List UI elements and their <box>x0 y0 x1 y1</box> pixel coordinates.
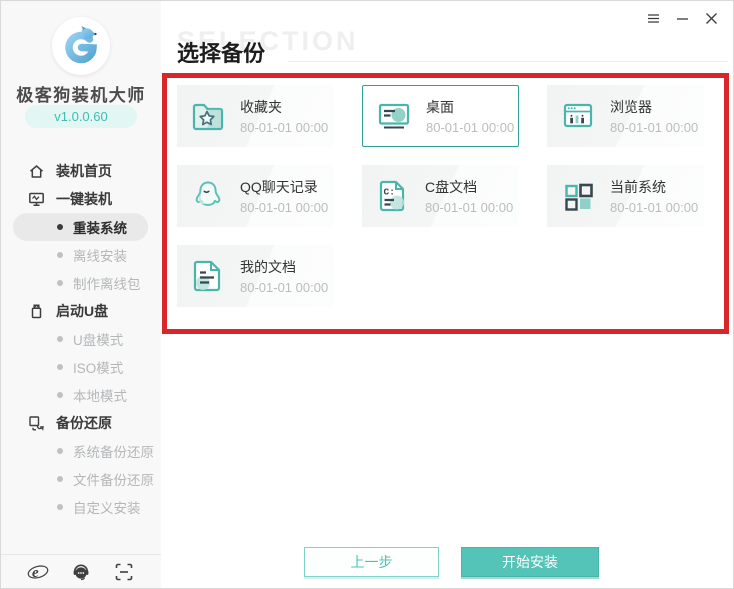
card-date: 80-01-01 00:00 <box>240 120 329 135</box>
bullet-icon <box>57 364 63 370</box>
c-drive-doc-icon: C: <box>379 180 405 212</box>
card-text: 浏览器 80-01-01 00:00 <box>610 97 698 135</box>
headset-support-icon[interactable] <box>70 562 92 582</box>
backup-restore-icon <box>29 415 44 431</box>
geek-dog-logo <box>52 17 110 75</box>
sidebar-item-iso-mode[interactable]: ISO模式 <box>1 353 161 381</box>
sidebar-item-backup-restore[interactable]: 备份还原 <box>1 409 161 437</box>
card-text: 桌面 80-01-01 00:00 <box>426 97 514 135</box>
card-date: 80-01-01 00:00 <box>610 200 699 215</box>
sidebar-item-label: 备份还原 <box>56 415 112 431</box>
card-text: C盘文档 80-01-01 00:00 <box>425 177 513 215</box>
page-title: 选择备份 <box>177 41 266 66</box>
sidebar-item-label: 启动U盘 <box>56 303 109 319</box>
card-title: 桌面 <box>426 99 454 115</box>
bullet-icon <box>57 336 63 342</box>
card-title: 收藏夹 <box>240 99 282 115</box>
card-text: 收藏夹 80-01-01 00:00 <box>240 97 328 135</box>
backup-card-current-system[interactable]: 当前系统 80-01-01 00:00 <box>547 165 704 227</box>
sidebar-item-label: 自定义安装 <box>73 501 141 516</box>
sidebar-item-label: 重装系统 <box>73 221 127 236</box>
logo-container <box>1 17 161 80</box>
sidebar-item-label: U盘模式 <box>73 333 124 348</box>
backup-items-grid: 收藏夹 80-01-01 00:00 桌面 80-01-01 00:00 浏览器… <box>177 85 717 307</box>
ie-browser-icon[interactable]: e <box>27 562 49 582</box>
home-icon <box>30 164 43 178</box>
favorites-folder-icon <box>192 103 224 131</box>
sidebar-item-one-key-install[interactable]: 一键装机 <box>1 185 161 213</box>
app-name: 极客狗装机大师 <box>16 86 146 105</box>
sidebar-item-home[interactable]: 装机首页 <box>1 157 161 185</box>
sidebar-item-file-backup-restore[interactable]: 文件备份还原 <box>1 465 161 493</box>
backup-card-favorites[interactable]: 收藏夹 80-01-01 00:00 <box>177 85 334 147</box>
start-install-button[interactable]: 开始安装 <box>461 547 599 577</box>
sidebar-item-offline-install[interactable]: 离线安装 <box>1 241 161 269</box>
sidebar-item-make-offline-pack[interactable]: 制作离线包 <box>1 269 161 297</box>
monitor-icon <box>29 192 44 206</box>
scan-qr-icon[interactable] <box>113 562 135 582</box>
backup-card-qq-chat[interactable]: QQ聊天记录 80-01-01 00:00 <box>177 165 334 227</box>
card-date: 80-01-01 00:00 <box>610 120 699 135</box>
sidebar-item-boot-usb[interactable]: 启动U盘 <box>1 297 161 325</box>
card-text: 当前系统 80-01-01 00:00 <box>610 177 698 215</box>
sidebar-item-label: 制作离线包 <box>73 277 141 292</box>
sidebar-menu: 装机首页 一键装机 重装系统 离线安装 制作离线包 启动U盘 U盘模式 ISO模… <box>1 157 161 521</box>
minimize-icon[interactable] <box>674 10 691 27</box>
bullet-icon <box>57 392 63 398</box>
card-date: 80-01-01 00:00 <box>240 280 329 295</box>
browser-icon <box>563 103 593 128</box>
backup-card-c-drive-docs[interactable]: C: C盘文档 80-01-01 00:00 <box>362 165 519 227</box>
sidebar-item-label: 离线安装 <box>73 249 127 264</box>
card-date: 80-01-01 00:00 <box>425 200 514 215</box>
sidebar-footer: e <box>1 554 161 588</box>
bullet-icon <box>57 280 63 286</box>
sidebar-item-label: 本地模式 <box>73 389 127 404</box>
qq-icon <box>195 181 221 206</box>
card-date: 80-01-01 00:00 <box>426 120 515 135</box>
version-badge: v1.0.0.60 <box>25 105 137 128</box>
sidebar-item-custom-install[interactable]: 自定义安装 <box>1 493 161 521</box>
backup-card-browser[interactable]: 浏览器 80-01-01 00:00 <box>547 85 704 147</box>
bullet-icon <box>57 448 63 454</box>
bullet-icon <box>57 476 63 482</box>
title-divider <box>288 61 728 62</box>
close-icon[interactable] <box>703 10 720 27</box>
sidebar-item-reinstall-system[interactable]: 重装系统 <box>13 213 148 241</box>
sidebar-item-label: ISO模式 <box>73 361 124 376</box>
sidebar-item-local-mode[interactable]: 本地模式 <box>1 381 161 409</box>
card-text: QQ聊天记录 80-01-01 00:00 <box>240 177 328 215</box>
current-system-icon <box>565 183 593 211</box>
svg-text:C:: C: <box>384 187 395 198</box>
bullet-icon <box>57 252 63 258</box>
backup-card-desktop[interactable]: 桌面 80-01-01 00:00 <box>362 85 519 147</box>
card-date: 80-01-01 00:00 <box>240 200 329 215</box>
card-title: C盘文档 <box>425 179 478 195</box>
sidebar-item-label: 系统备份还原 <box>73 445 154 460</box>
sidebar-item-label: 一键装机 <box>56 191 112 207</box>
previous-step-button[interactable]: 上一步 <box>304 547 439 577</box>
card-title: QQ聊天记录 <box>240 179 318 195</box>
card-title: 我的文档 <box>240 259 296 275</box>
sidebar-item-system-backup-restore[interactable]: 系统备份还原 <box>1 437 161 465</box>
card-text: 我的文档 80-01-01 00:00 <box>240 257 328 295</box>
app-window: 极客狗装机大师 v1.0.0.60 装机首页 一键装机 重装系统 离线安装 制作… <box>0 0 734 589</box>
window-controls <box>645 10 720 27</box>
desktop-icon <box>378 103 410 129</box>
sidebar: 极客狗装机大师 v1.0.0.60 装机首页 一键装机 重装系统 离线安装 制作… <box>1 1 161 588</box>
sidebar-item-usb-mode[interactable]: U盘模式 <box>1 325 161 353</box>
card-title: 当前系统 <box>610 179 666 195</box>
sidebar-item-label: 装机首页 <box>56 163 112 179</box>
hamburger-menu-icon[interactable] <box>645 10 662 27</box>
my-documents-icon <box>193 260 221 292</box>
sidebar-item-label: 文件备份还原 <box>73 473 154 488</box>
backup-card-my-documents[interactable]: 我的文档 80-01-01 00:00 <box>177 245 334 307</box>
bullet-icon <box>57 224 63 230</box>
card-title: 浏览器 <box>610 99 652 115</box>
bullet-icon <box>57 504 63 510</box>
usb-drive-icon <box>31 303 42 318</box>
